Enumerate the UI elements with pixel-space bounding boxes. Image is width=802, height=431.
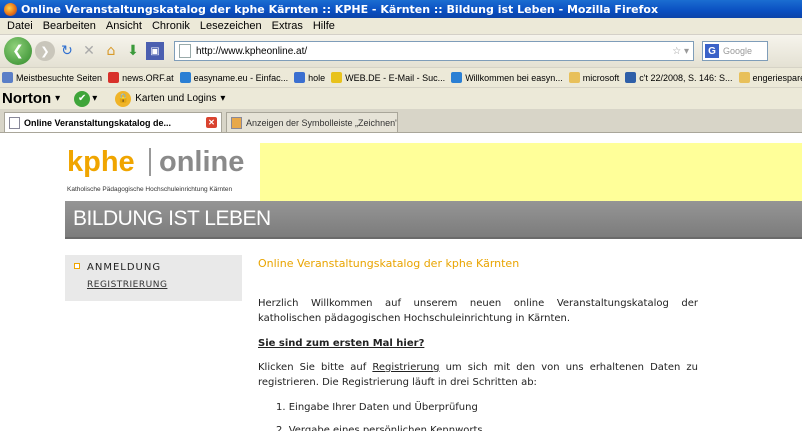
bookmark-item[interactable]: WEB.DE - E-Mail - Suc... [331,72,445,83]
bookmark-item[interactable]: engeriesparen hausis... [738,72,802,83]
bookmarks-toolbar: Meistbesuchte Seiten news.ORF.at easyname.… [0,67,802,87]
window-titlebar: Online Veranstaltungskatalog der kphe Kä… [0,0,802,18]
bookmark-item[interactable]: c't 22/2008, S. 146: S... [625,72,733,83]
bookmark-label[interactable]: easyname.eu - Einfac... [194,73,289,83]
tab-bar: Online Veranstaltungskatalog de... ✕ Anz… [0,109,802,133]
google-icon[interactable]: G [705,44,719,58]
norton-brand[interactable]: Norton [2,90,51,107]
bookmark-label[interactable]: c't 22/2008, S. 146: S... [639,73,732,83]
bookmark-label[interactable]: Meistbesuchte Seiten [16,73,102,83]
page-title: Online Veranstaltungskatalog der kphe Kä… [258,257,520,270]
bookmark-icon [625,72,637,83]
chevron-down-icon[interactable]: ▾ [55,93,60,104]
bookmark-icon [294,72,306,83]
window-title: Online Veranstaltungskatalog der kphe Kä… [21,2,659,16]
bookmark-icon [451,72,463,83]
bookmark-icon [2,72,13,83]
download-icon[interactable]: ⬇ [124,42,142,60]
logo-divider [149,148,151,176]
bookmark-item[interactable]: Meistbesuchte Seiten [2,72,102,83]
bookmark-item[interactable]: hole [294,72,325,83]
steps-list: 1. Eingabe Ihrer Daten und Überprüfung 2… [276,400,698,431]
logo-online: online [159,146,245,178]
karten-logins-button[interactable]: Karten und Logins [135,93,216,104]
instruction-prefix: Klicken Sie bitte auf [258,362,373,373]
search-placeholder[interactable]: Google [723,46,752,56]
bookmark-icon [738,72,750,83]
registrierung-link[interactable]: Registrierung [372,362,439,373]
forward-button[interactable]: ❯ [35,41,55,61]
page-icon [179,44,191,58]
sidebar-item-anmeldung[interactable]: ANMELDUNG [87,262,161,273]
bookmark-icon [331,72,343,83]
stop-icon[interactable]: ✕ [80,42,98,60]
tab-symbolleiste[interactable]: Anzeigen der Symbolleiste „Zeichnen" - .… [226,112,398,132]
sidebar-nav: ANMELDUNG REGISTRIERUNG [65,255,242,301]
lock-icon[interactable]: 🔒 [115,90,132,107]
menu-hilfe[interactable]: Hilfe [308,20,340,32]
bookmark-icon [568,72,580,83]
firefox-icon [4,2,17,16]
chevron-down-icon[interactable]: ▾ [220,93,225,104]
slogan-banner: BILDUNG IST LEBEN [65,201,802,239]
chevron-down-icon[interactable]: ▾ [92,93,97,104]
bookmark-item[interactable]: news.ORF.at [108,72,174,83]
bullet-icon [74,263,80,269]
step-item: 2. Vergabe eines persönlichen Kennworts [276,425,483,431]
home-icon[interactable]: ⌂ [102,42,120,60]
tab-label[interactable]: Online Veranstaltungskatalog de... [24,118,171,128]
header-yellow-band [260,143,802,201]
bookmark-star-icon[interactable]: ☆ ▾ [672,46,689,57]
office-icon [231,116,242,129]
toolbar-addon-icon[interactable]: ▣ [146,42,164,60]
norton-toolbar: Norton ▾ ✔ ▾ 🔒 Karten und Logins ▾ [0,87,802,109]
menu-extras[interactable]: Extras [267,20,308,32]
bookmark-item[interactable]: easyname.eu - Einfac... [179,72,289,83]
bookmark-label[interactable]: news.ORF.at [122,73,174,83]
check-icon[interactable]: ✔ [74,90,91,107]
bookmark-label[interactable]: Willkommen bei easyn... [465,73,563,83]
bookmark-label[interactable]: WEB.DE - E-Mail - Suc... [345,73,445,83]
menu-lesezeichen[interactable]: Lesezeichen [195,20,267,32]
logo-kphe: kphe [67,146,135,178]
search-box[interactable]: G Google [702,41,768,61]
logo-subtitle: Katholische Pädagogische Hochschuleinric… [67,186,233,193]
menu-bar: Datei Bearbeiten Ansicht Chronik Lesezei… [0,18,802,35]
slogan: BILDUNG IST LEBEN [73,207,271,230]
site-logo[interactable]: kphe online Katholische Pädagogische Hoc… [65,140,260,200]
bookmark-label[interactable]: microsoft [583,73,620,83]
reload-icon[interactable]: ↻ [58,42,76,60]
url-text[interactable]: http://www.kpheonline.at/ [196,46,672,57]
instruction-text: Klicken Sie bitte auf Registrierung um s… [258,360,698,390]
tab-katalog[interactable]: Online Veranstaltungskatalog de... ✕ [4,112,222,132]
url-bar[interactable]: http://www.kpheonline.at/ ☆ ▾ [174,41,694,61]
bookmark-label[interactable]: hole [308,73,325,83]
menu-ansicht[interactable]: Ansicht [101,20,147,32]
bookmark-item[interactable]: Willkommen bei easyn... [451,72,563,83]
menu-bearbeiten[interactable]: Bearbeiten [38,20,101,32]
first-visit-heading: Sie sind zum ersten Mal hier? [258,338,425,349]
menu-datei[interactable]: Datei [2,20,38,32]
bookmark-icon [179,72,191,83]
bookmark-icon [108,72,120,83]
bookmark-item[interactable]: microsoft [568,72,620,83]
welcome-text: Herzlich Willkommen auf unserem neuen on… [258,298,698,324]
page-icon [9,116,20,129]
main-content: Online Veranstaltungskatalog der kphe Kä… [258,256,698,431]
menu-chronik[interactable]: Chronik [147,20,195,32]
navigation-toolbar: ❮ ❯ ↻ ✕ ⌂ ⬇ ▣ http://www.kpheonline.at/ … [0,35,802,67]
bookmark-label[interactable]: engeriesparen hausis... [753,73,802,83]
step-item: 1. Eingabe Ihrer Daten und Überprüfung [276,402,478,413]
tab-label[interactable]: Anzeigen der Symbolleiste „Zeichnen" - .… [246,118,397,128]
close-icon[interactable]: ✕ [206,117,217,128]
back-button[interactable]: ❮ [4,37,32,65]
sidebar-item-registrierung[interactable]: REGISTRIERUNG [87,280,167,290]
